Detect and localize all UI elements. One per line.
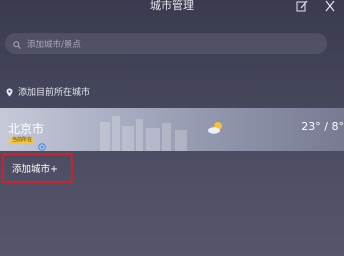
city-temperature: 23° / 8° — [301, 120, 344, 133]
edit-icon[interactable] — [296, 0, 308, 12]
partly-cloudy-icon — [207, 120, 225, 134]
search-placeholder: 添加城市/景点 — [27, 39, 81, 50]
page-title: 城市管理 — [150, 0, 194, 12]
top-bar: 城市管理 — [0, 0, 344, 20]
location-pin-icon — [6, 82, 13, 101]
current-location-badge: 当前所在 — [10, 136, 35, 144]
city-badges: 当前所在 — [10, 136, 46, 151]
search-input[interactable]: 添加城市/景点 — [5, 33, 327, 54]
add-city-label: 添加城市+ — [12, 164, 58, 175]
top-actions — [296, 0, 336, 12]
locate-badge-icon — [38, 136, 46, 151]
city-skyline-image — [100, 116, 187, 151]
close-icon[interactable] — [324, 0, 336, 12]
city-card[interactable]: 北京市 当前所在 — [0, 108, 344, 151]
add-city-button[interactable]: 添加城市+ — [2, 153, 73, 183]
add-current-location-label: 添加目前所在城市 — [18, 88, 91, 98]
add-current-location[interactable]: 添加目前所在城市 — [6, 82, 90, 101]
search-icon — [13, 34, 21, 53]
city-name: 北京市 — [8, 122, 45, 136]
